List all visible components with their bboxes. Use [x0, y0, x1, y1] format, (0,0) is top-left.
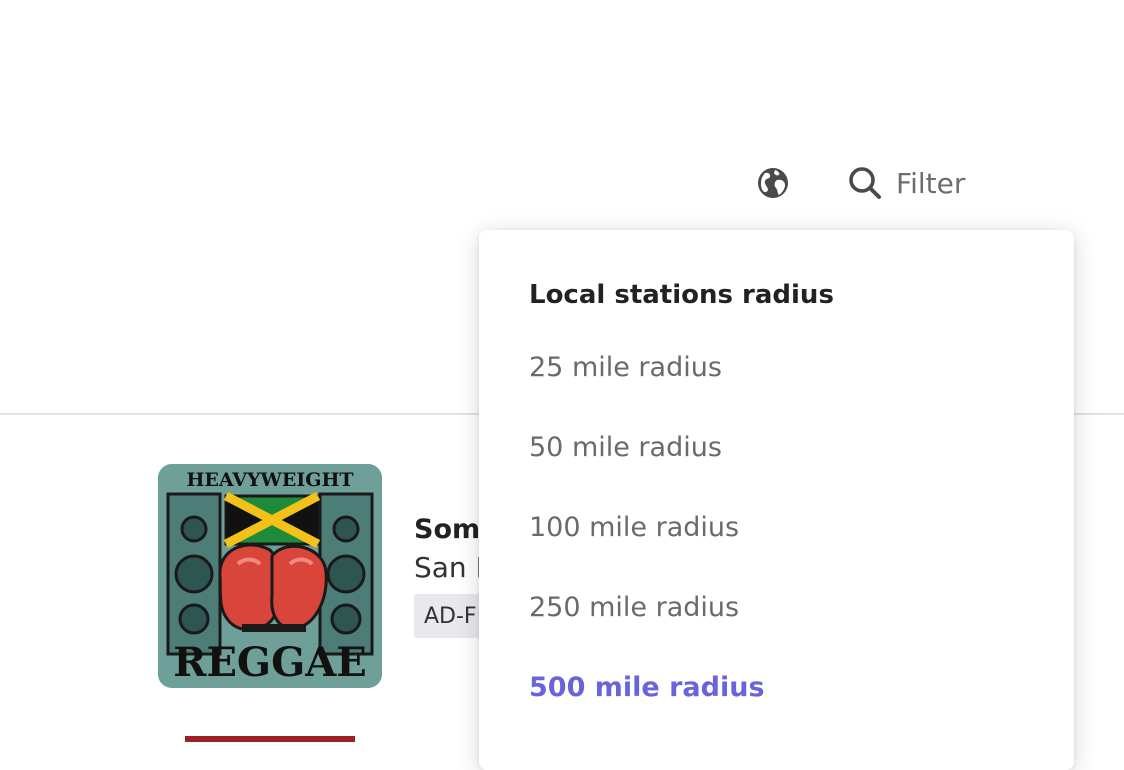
dropdown-title: Local stations radius [529, 280, 834, 310]
toolbar [0, 0, 1124, 240]
station-artwork[interactable]: HEAVYWEIGHT REGGAE [158, 464, 382, 688]
reggae-artwork-image: HEAVYWEIGHT REGGAE [158, 464, 382, 688]
radius-dropdown: Local stations radius 25 mile radius 50 … [479, 230, 1074, 770]
next-station-artwork[interactable] [185, 736, 355, 742]
globe-button[interactable] [754, 164, 792, 202]
radius-option-250[interactable]: 250 mile radius [529, 592, 739, 623]
radius-option-500[interactable]: 500 mile radius [529, 672, 765, 703]
filter-input[interactable] [896, 166, 1026, 200]
radius-option-100[interactable]: 100 mile radius [529, 512, 739, 543]
search-icon [849, 167, 881, 199]
filter-field[interactable] [848, 160, 1048, 206]
radius-option-25[interactable]: 25 mile radius [529, 352, 722, 383]
station-tag: AD-F [414, 594, 487, 638]
svg-text:REGGAE: REGGAE [173, 639, 367, 686]
svg-text:HEAVYWEIGHT: HEAVYWEIGHT [186, 469, 353, 491]
globe-icon [758, 168, 788, 198]
radius-option-50[interactable]: 50 mile radius [529, 432, 722, 463]
